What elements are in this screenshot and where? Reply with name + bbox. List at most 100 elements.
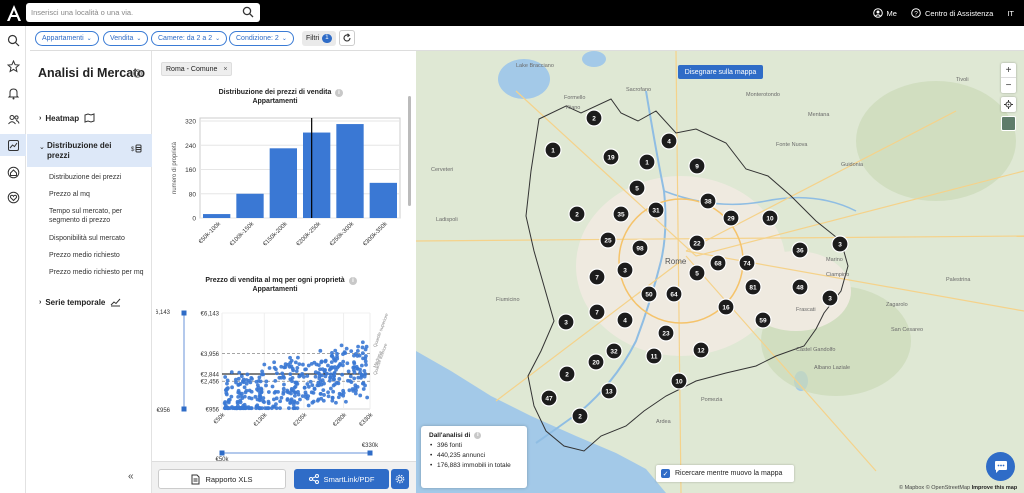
subnav-item[interactable]: Prezzo al mq <box>49 190 149 199</box>
reset-filters-button[interactable] <box>339 30 355 46</box>
info-icon[interactable] <box>133 69 142 78</box>
help-center-link[interactable]: ? Centro di Assistenza <box>911 8 993 18</box>
scatter-point <box>225 378 230 383</box>
cluster-count: 32 <box>610 348 618 355</box>
scatter-point <box>333 358 338 363</box>
improve-map-link[interactable]: Improve this map <box>972 485 1018 491</box>
town-label: Formello <box>564 95 585 101</box>
subnav-item[interactable]: Prezzo medio richiesto per mq <box>49 268 149 277</box>
rail-valuation[interactable] <box>0 162 26 182</box>
scrollbar[interactable] <box>408 96 411 206</box>
nav-price-distribution[interactable]: ⌄ Distribuzione dei prezzi $ <box>27 134 152 167</box>
stats-item: 176,883 immobili in totale <box>429 462 519 469</box>
scatter-point <box>326 394 331 399</box>
rail-services[interactable] <box>0 187 26 207</box>
scatter-point <box>245 372 250 377</box>
scatter-point <box>274 406 279 411</box>
rail-favorites[interactable] <box>0 56 26 76</box>
scatter-point <box>360 381 365 386</box>
subnav-item[interactable]: Distribuzione dei prezzi <box>49 173 149 182</box>
scatter-point <box>356 344 360 349</box>
cluster-count: 25 <box>604 237 612 244</box>
scatter-point <box>289 398 293 403</box>
filter-chip-property-type[interactable]: Appartamenti ⌄ <box>35 31 99 46</box>
scatter-point <box>295 406 300 411</box>
draw-on-map-button[interactable]: Disegnare sulla mappa <box>678 65 763 79</box>
location-search[interactable] <box>26 3 260 22</box>
top-bar: Me ? Centro di Assistenza IT <box>0 0 1024 26</box>
search-input[interactable] <box>26 3 226 22</box>
scatter-point <box>331 389 336 394</box>
filters-button[interactable]: Filtri 1 <box>302 31 336 46</box>
osm-attribution[interactable]: © OpenStreetMap <box>926 485 970 491</box>
collapse-panel-button[interactable]: « <box>128 471 134 482</box>
scatter-point <box>336 364 341 368</box>
map-view[interactable]: Lake Bracciano Formello Sacrofano Riano Mont… <box>416 51 1024 493</box>
filter-chip-rooms[interactable]: Camere: da 2 a 2 ⌄ <box>151 31 228 46</box>
language-selector[interactable]: IT <box>1007 9 1014 18</box>
nav-price-distribution-label: Distribuzione dei prezzi <box>47 141 112 160</box>
search-as-map-moves-toggle[interactable]: ✓ Ricercare mentre muovo la mappa <box>656 465 794 482</box>
scatter-point <box>236 376 241 381</box>
scatter-point <box>225 381 229 386</box>
scatter-point <box>337 391 342 396</box>
subnav-item[interactable]: Prezzo medio richiesto <box>49 251 149 260</box>
checkbox-checked-icon[interactable]: ✓ <box>661 469 670 478</box>
filter-chip-contract[interactable]: Vendita ⌄ <box>103 31 149 46</box>
scatter-point <box>275 371 279 376</box>
rail-search[interactable] <box>0 30 26 50</box>
nav-heatmap[interactable]: › Heatmap <box>39 113 164 123</box>
scatter-point <box>323 358 328 363</box>
scatter-point <box>294 369 299 374</box>
export-settings-button[interactable] <box>391 469 409 489</box>
app-logo-icon[interactable] <box>6 4 22 22</box>
scatter-point <box>320 378 325 383</box>
chat-button[interactable] <box>986 452 1015 481</box>
scatter-point <box>238 382 243 386</box>
map-icon <box>84 113 95 123</box>
zoom-out-button[interactable]: − <box>1001 78 1016 93</box>
scatter-point <box>292 399 297 404</box>
scatter-point <box>356 375 361 380</box>
export-xls-label: Rapporto XLS <box>205 474 253 484</box>
rail-notifications[interactable] <box>0 83 26 103</box>
smartlink-pdf-button[interactable]: SmartLink/PDF <box>294 469 389 489</box>
location-tag-label: Roma - Comune <box>166 65 218 73</box>
user-menu[interactable]: Me <box>872 8 897 18</box>
close-icon[interactable]: × <box>223 66 227 73</box>
scatter-point <box>328 386 333 391</box>
map-style-toggle[interactable] <box>1001 116 1016 131</box>
location-tag[interactable]: Roma - Comune × <box>161 62 233 76</box>
scatter-point <box>362 374 367 379</box>
cluster-count: 5 <box>695 270 699 277</box>
scatter-point <box>334 380 339 385</box>
filter-chip-condition[interactable]: Condizione: 2 ⌄ <box>229 31 294 46</box>
town-label: Mentana <box>808 112 830 118</box>
x-tick-label: €280k <box>332 411 349 428</box>
scatter-point <box>229 370 234 375</box>
x-slider-max-label: €330k <box>362 443 379 449</box>
locate-button[interactable] <box>1001 97 1016 112</box>
scatter-point <box>297 362 302 367</box>
zoom-in-button[interactable]: + <box>1001 63 1016 78</box>
y-tick-label: 320 <box>185 119 196 126</box>
scatter-point <box>242 394 247 399</box>
people-icon <box>7 114 19 124</box>
nav-time-series[interactable]: › Serie temporale <box>39 297 164 307</box>
subnav-item[interactable]: Disponibilità sul mercato <box>49 234 149 243</box>
rail-contacts[interactable] <box>0 109 26 129</box>
export-xls-button[interactable]: Rapporto XLS <box>158 469 286 489</box>
x-tick-label: €130k <box>253 411 270 428</box>
mapbox-attribution[interactable]: © Mapbox <box>899 485 924 491</box>
rail-market-analysis[interactable] <box>0 134 26 156</box>
search-icon[interactable] <box>242 6 254 18</box>
scatter-point <box>341 391 346 395</box>
scatter-point <box>352 370 357 375</box>
info-icon[interactable]: i <box>335 89 343 97</box>
subnav-item[interactable]: Tempo sul mercato, per segmento di prezz… <box>49 207 149 225</box>
chevron-right-icon: › <box>39 298 42 306</box>
info-icon[interactable]: i <box>474 432 482 439</box>
scatter-point <box>301 362 305 367</box>
info-icon[interactable]: i <box>349 277 357 285</box>
scatter-point <box>257 375 262 380</box>
